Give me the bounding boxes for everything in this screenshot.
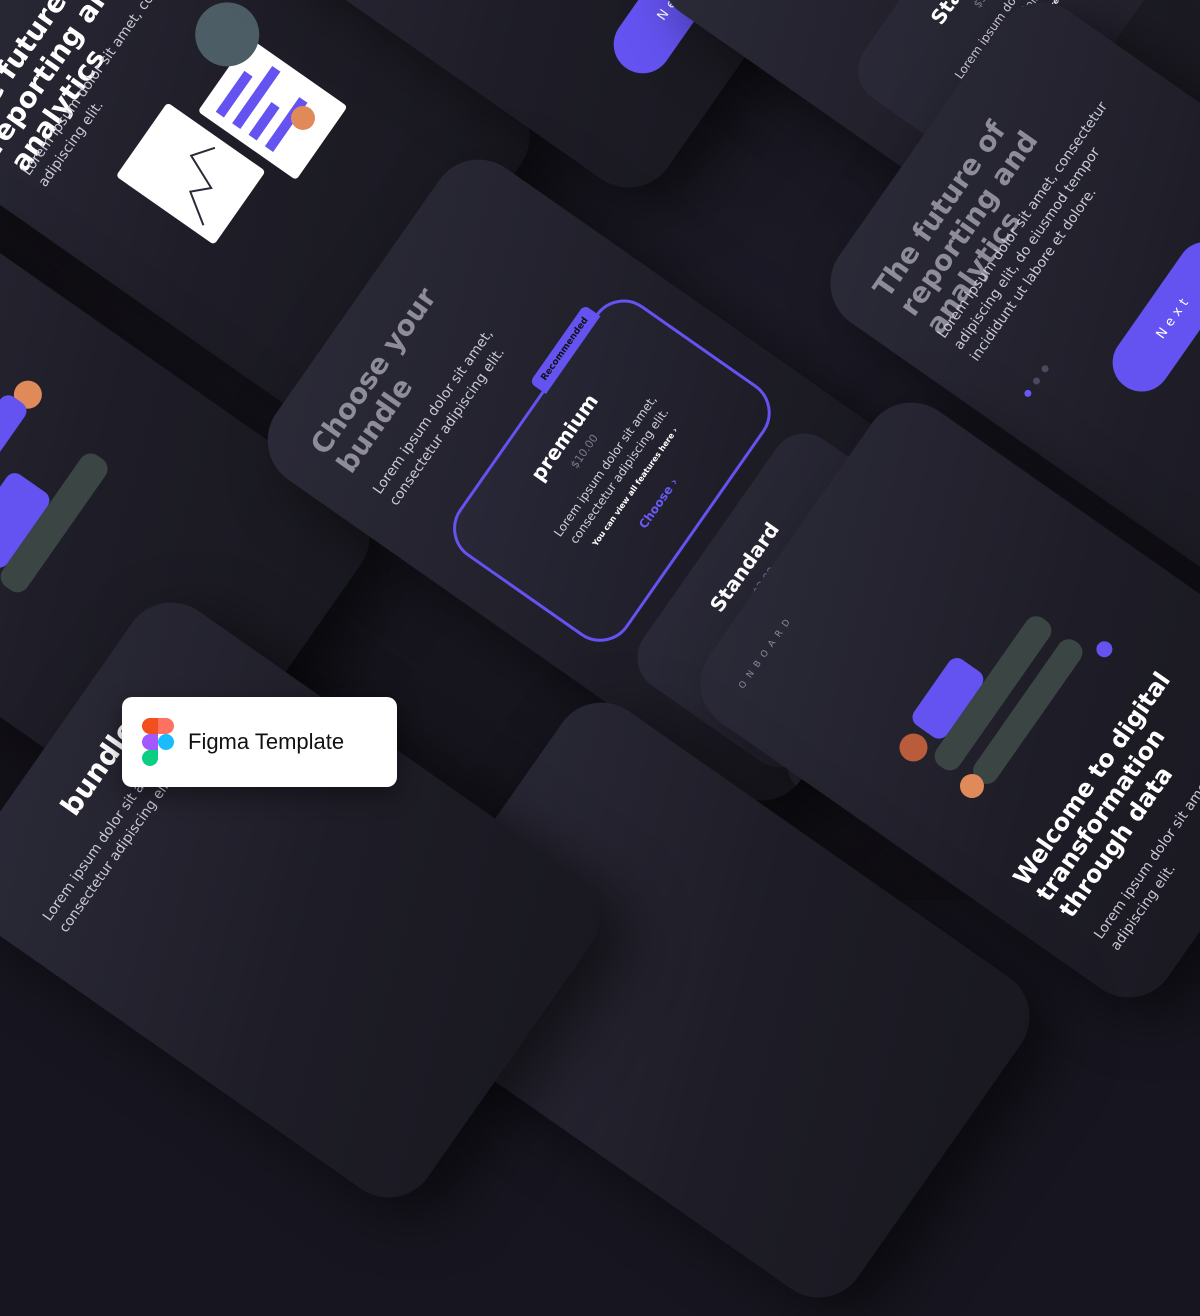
pagination-dots xyxy=(1023,363,1050,399)
pagination-dot[interactable] xyxy=(1031,376,1042,386)
figma-logo-icon xyxy=(142,718,174,766)
pagination-dot-active[interactable] xyxy=(1023,388,1033,399)
figma-template-label: Figma Template xyxy=(188,729,345,754)
pagination-dot[interactable] xyxy=(1040,363,1050,374)
canvas: The future of reporting and analytics Lo… xyxy=(0,0,1200,1316)
figma-template-badge: Figma Template xyxy=(122,697,397,787)
next-button[interactable]: Next xyxy=(1101,230,1200,403)
brand-logo: ONBOARD xyxy=(737,613,797,691)
